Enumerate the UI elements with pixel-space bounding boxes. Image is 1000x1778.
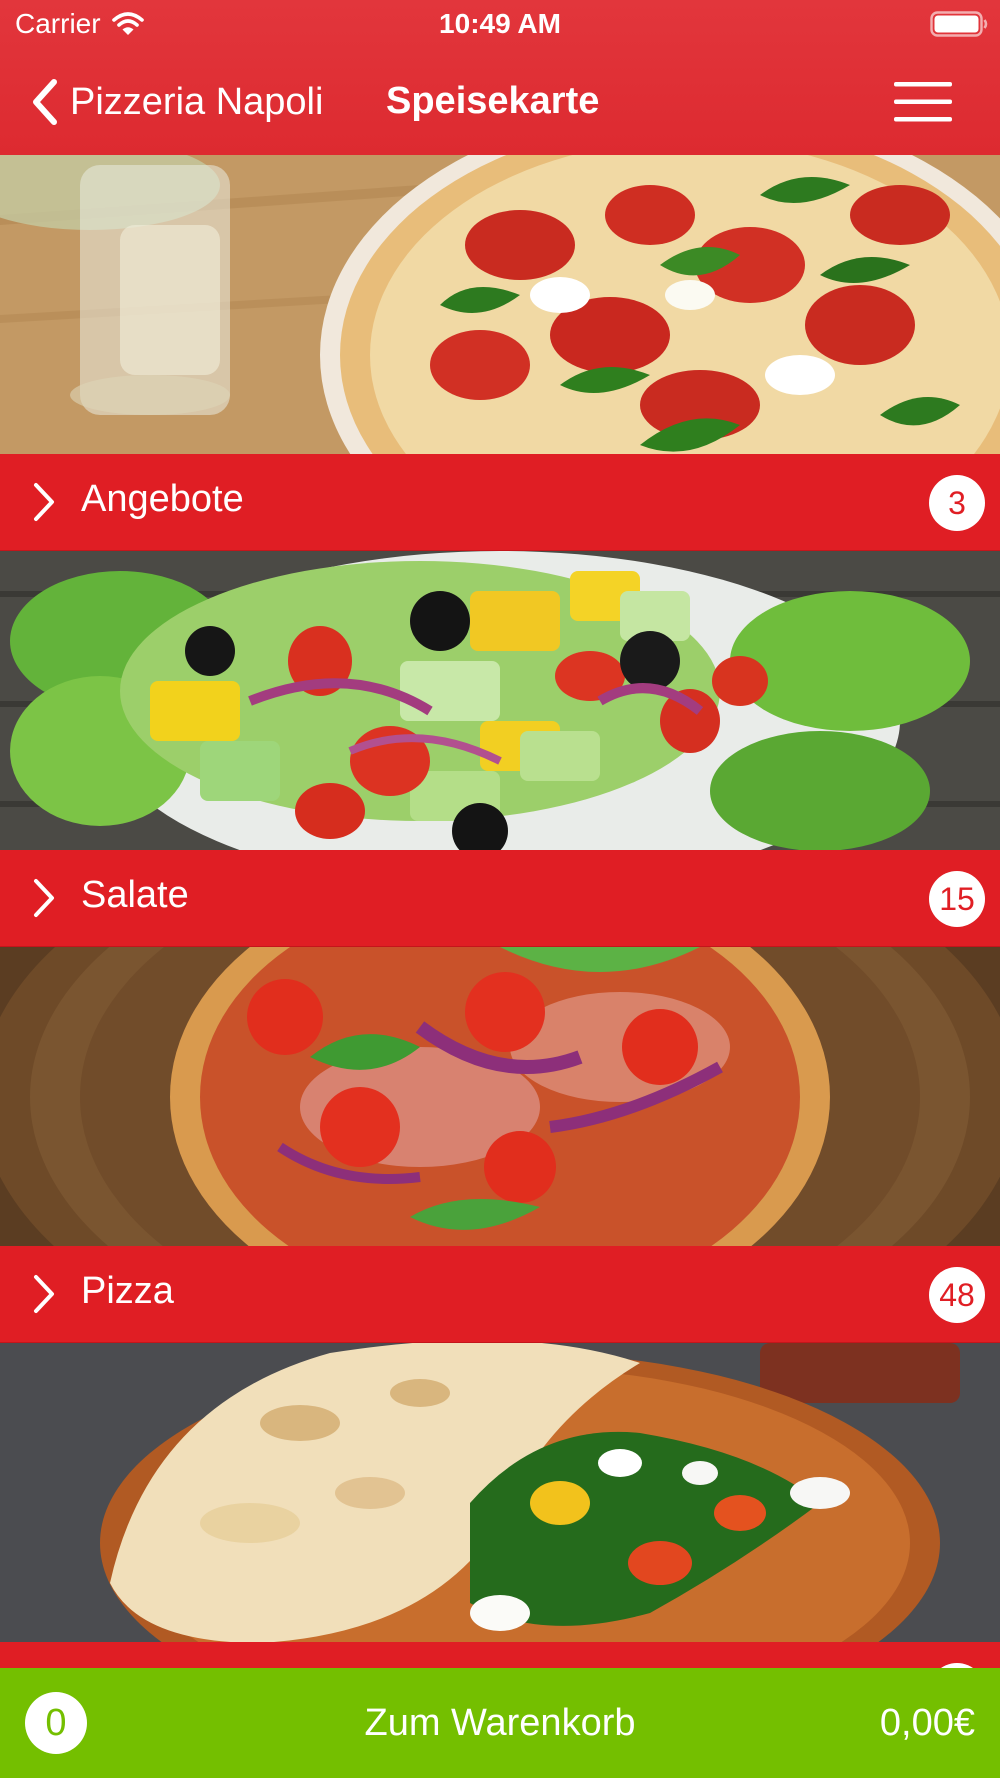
- page-title: Speisekarte: [386, 80, 600, 122]
- count-badge: 3: [929, 475, 985, 531]
- status-time: 10:49 AM: [439, 8, 561, 39]
- chevron-right-icon: [34, 1275, 54, 1313]
- category-list[interactable]: Angebote 3 Salate 15 Pizza 48: [0, 155, 1000, 1668]
- category-bar: Pizza 48: [0, 1246, 1000, 1343]
- category-image-salate: [0, 551, 1000, 850]
- battery-icon: [930, 11, 988, 37]
- cart-label: Zum Warenkorb: [364, 1702, 636, 1744]
- category-image-angebote: [0, 155, 1000, 454]
- status-bar: Carrier 10:49 AM: [0, 0, 1000, 50]
- category-item-salate[interactable]: Salate 15: [0, 551, 1000, 947]
- category-item-pizza[interactable]: Pizza 48: [0, 947, 1000, 1343]
- category-label: Pizza: [81, 1270, 174, 1312]
- count-badge: 48: [929, 1267, 985, 1323]
- chevron-right-icon: [34, 879, 54, 917]
- cart-total: 0,00€: [879, 1702, 975, 1744]
- calzone-photo: [0, 1343, 1000, 1642]
- category-bar: [0, 1642, 1000, 1668]
- header: Carrier 10:49 AM Pizzeria Napoli Speisek…: [0, 0, 1000, 155]
- app-screen: Carrier 10:49 AM Pizzeria Napoli Speisek…: [0, 0, 1000, 1778]
- back-button[interactable]: Pizzeria Napoli: [28, 72, 323, 132]
- chevron-right-icon: [34, 483, 54, 521]
- category-image-pizza: [0, 947, 1000, 1246]
- chevron-left-icon: [33, 79, 57, 125]
- count-badge: 15: [929, 871, 985, 927]
- hamburger-menu-icon: [894, 82, 952, 122]
- category-bar: Salate 15: [0, 850, 1000, 947]
- category-bar: Angebote 3: [0, 454, 1000, 551]
- category-image-calzone: [0, 1343, 1000, 1642]
- pizza-board-photo: [0, 947, 1000, 1246]
- salad-photo: [0, 551, 1000, 850]
- pizza-photo: [0, 155, 1000, 454]
- cart-button[interactable]: 0 Zum Warenkorb 0,00€: [0, 1668, 1000, 1778]
- menu-button[interactable]: [888, 76, 958, 128]
- category-label: Salate: [81, 874, 189, 916]
- navigation-bar: Pizzeria Napoli Speisekarte: [0, 50, 1000, 155]
- category-item-calzone[interactable]: [0, 1343, 1000, 1668]
- category-label: Angebote: [81, 478, 244, 520]
- back-button-label: Pizzeria Napoli: [70, 80, 324, 123]
- category-item-angebote[interactable]: Angebote 3: [0, 155, 1000, 551]
